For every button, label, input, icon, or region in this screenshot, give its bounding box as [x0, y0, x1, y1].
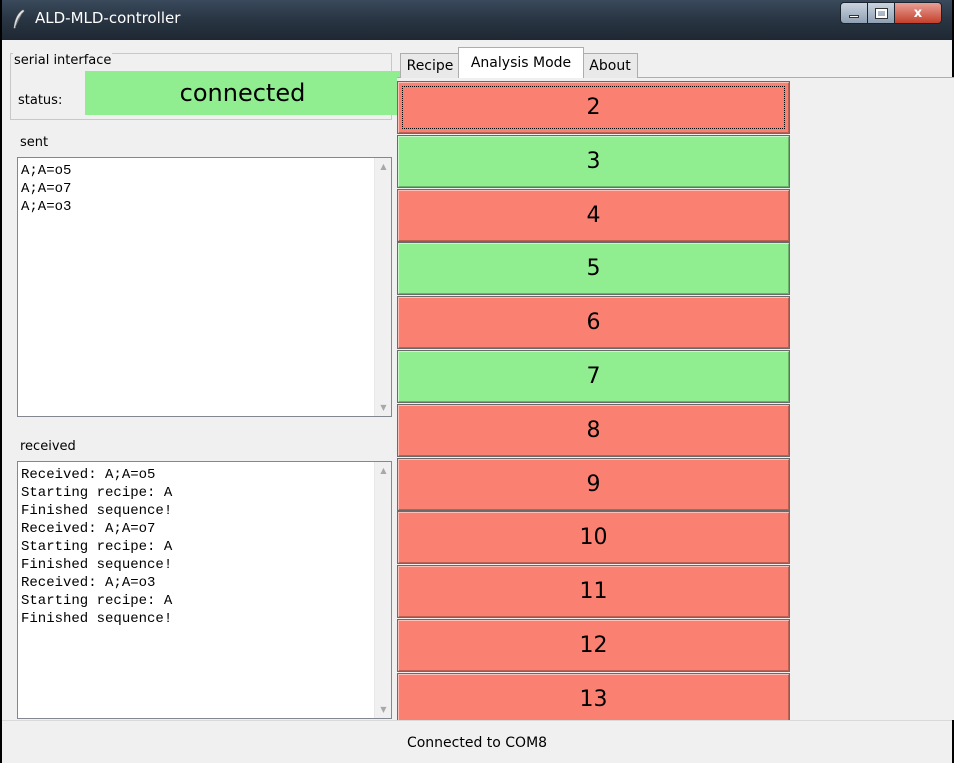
step-label: 9 — [586, 472, 601, 497]
step-label: 6 — [586, 310, 601, 335]
step-label: 10 — [579, 525, 608, 550]
received-label: received — [20, 439, 76, 454]
close-button[interactable]: x — [895, 2, 942, 24]
step-label: 3 — [586, 149, 601, 174]
window-controls: x — [840, 2, 942, 24]
step-button-4[interactable]: 4 — [397, 189, 790, 242]
step-label: 5 — [586, 256, 601, 281]
status-label: status: — [18, 93, 63, 108]
step-button-12[interactable]: 12 — [397, 619, 790, 672]
step-button-10[interactable]: 10 — [397, 511, 790, 564]
received-textbox[interactable]: Received: A;A=o5 Starting recipe: A Fini… — [17, 461, 392, 719]
step-label: 2 — [586, 95, 601, 120]
received-scrollbar[interactable]: ▲ ▼ — [374, 462, 391, 718]
step-button-13[interactable]: 13 — [397, 673, 790, 726]
app-window: ALD-MLD-controller x serial interface st… — [2, 0, 954, 763]
step-label: 8 — [586, 418, 601, 443]
sent-textbox[interactable]: A;A=o5 A;A=o7 A;A=o3 ▲ ▼ — [17, 157, 392, 417]
connection-status: connected — [85, 71, 400, 115]
step-button-5[interactable]: 5 — [397, 242, 790, 295]
title-bar[interactable]: ALD-MLD-controller x — [2, 0, 952, 40]
step-button-2[interactable]: 2 — [397, 81, 790, 134]
step-label: 7 — [586, 364, 601, 389]
step-button-9[interactable]: 9 — [397, 458, 790, 511]
maximize-icon — [868, 3, 894, 23]
tab-label: About — [589, 58, 631, 74]
step-label: 4 — [586, 203, 601, 228]
step-label: 13 — [579, 687, 608, 712]
step-button-7[interactable]: 7 — [397, 350, 790, 403]
tab-label: Recipe — [406, 58, 454, 74]
sent-log: A;A=o5 A;A=o7 A;A=o3 — [21, 163, 72, 215]
serial-interface-legend: serial interface — [13, 53, 113, 68]
feather-icon — [13, 9, 25, 29]
tab-recipe[interactable]: Recipe — [400, 53, 460, 78]
chevron-up-icon[interactable]: ▲ — [375, 462, 392, 479]
status-bar-text: Connected to COM8 — [406, 735, 548, 751]
step-button-11[interactable]: 11 — [397, 565, 790, 618]
minimize-icon — [841, 3, 867, 23]
close-icon: x — [913, 5, 923, 21]
window-title: ALD-MLD-controller — [35, 9, 181, 27]
window-border — [2, 40, 10, 763]
maximize-button[interactable] — [868, 2, 895, 24]
tab-label: Analysis Mode — [470, 55, 572, 71]
tab-about[interactable]: About — [582, 53, 638, 78]
sent-label: sent — [20, 135, 49, 150]
status-bar: Connected to COM8 — [2, 720, 952, 763]
tab-analysis-mode[interactable]: Analysis Mode — [458, 47, 584, 78]
step-button-8[interactable]: 8 — [397, 404, 790, 457]
sent-scrollbar[interactable]: ▲ ▼ — [374, 158, 391, 416]
step-button-6[interactable]: 6 — [397, 296, 790, 349]
chevron-up-icon[interactable]: ▲ — [375, 158, 392, 175]
minimize-button[interactable] — [840, 2, 868, 24]
step-label: 11 — [579, 579, 608, 604]
chevron-down-icon[interactable]: ▼ — [375, 701, 392, 718]
step-label: 12 — [579, 633, 608, 658]
chevron-down-icon[interactable]: ▼ — [375, 399, 392, 416]
received-log: Received: A;A=o5 Starting recipe: A Fini… — [21, 467, 173, 627]
step-button-3[interactable]: 3 — [397, 135, 790, 188]
left-panel: serial interface status: connected sent … — [10, 45, 400, 720]
